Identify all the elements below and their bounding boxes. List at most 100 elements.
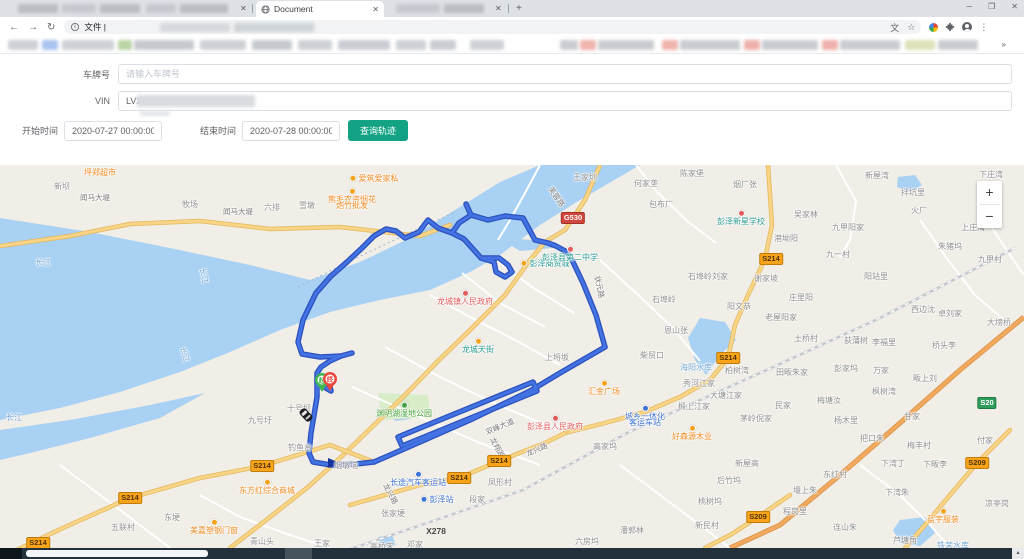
page-info-icon[interactable]: i xyxy=(71,23,79,31)
end-time-input[interactable] xyxy=(242,121,340,141)
map-label: 龙城镇人民政府 xyxy=(437,290,493,306)
scrollbar-thumb[interactable] xyxy=(26,550,208,557)
poi-icon xyxy=(475,338,482,345)
map-label: 六排 xyxy=(264,204,280,212)
poi-icon xyxy=(567,246,574,253)
map-label: 彭泽新星学校 xyxy=(717,210,765,226)
map-label: 堰上朱 xyxy=(793,487,817,495)
map-label: 闻马大堤 xyxy=(80,194,110,202)
end-time-label: 结束时间 xyxy=(184,124,242,137)
map-label: 卓刘家 xyxy=(938,310,962,318)
map-label: 新坝 xyxy=(54,183,70,191)
map-label: 石埠岭 xyxy=(652,296,676,304)
map-label: 彭泽县人民政府 xyxy=(527,415,583,431)
map-label: 民家 xyxy=(775,402,791,410)
poi-icon xyxy=(521,260,528,267)
tab3-close-icon[interactable]: ✕ xyxy=(495,4,502,13)
tab-document[interactable]: Document ✕ xyxy=(256,1,384,17)
map-label: 长江 xyxy=(178,346,190,364)
map-label: 凤形村 xyxy=(488,479,512,487)
new-tab-button[interactable]: + xyxy=(516,3,522,14)
back-icon[interactable]: ← xyxy=(9,22,19,33)
map-label: 梅塘汝 xyxy=(817,397,841,405)
extensions-puzzle-icon[interactable] xyxy=(945,22,955,32)
map-label: 新屋高 xyxy=(735,460,759,468)
map-label: 吴家林 xyxy=(794,211,818,219)
map-label: 潘郭林 xyxy=(620,527,644,535)
map-label: 烟墩垴 xyxy=(334,462,358,470)
road-badge-S214: S214 xyxy=(487,455,511,467)
track-query-form: 车牌号 VIN 开始时间 结束时间 查询轨迹 xyxy=(0,54,1024,165)
plate-input[interactable] xyxy=(118,64,1012,84)
map-label: 美嘉塑钢门窗 xyxy=(190,519,238,535)
map-label: 爱筑爱家私 xyxy=(350,175,399,183)
map-label: 王家圳 xyxy=(573,174,597,182)
poi-icon xyxy=(738,210,745,217)
track-map[interactable]: 起终 坪郑超市爱筑爱家私熊毛农资烟花炮竹批发彭泽商贸城龙城天街渊明湖湿地公园汇金… xyxy=(0,165,1024,548)
query-track-button[interactable]: 查询轨迹 xyxy=(348,120,408,141)
map-label: 港坳阳 xyxy=(774,235,798,243)
map-label: 蓝宇服装 xyxy=(927,508,959,524)
map-label: 付家 xyxy=(977,437,993,445)
bookmarks-overflow-icon[interactable]: » xyxy=(1002,40,1006,49)
map-label: 客运车站 xyxy=(629,419,661,427)
tab1-close-icon[interactable]: ✕ xyxy=(240,4,247,13)
map-label: 柴贸口 xyxy=(640,352,664,360)
tab-close-icon[interactable]: ✕ xyxy=(372,5,379,14)
map-label: 大塝桥 xyxy=(987,319,1011,327)
map-label: 炮竹批发 xyxy=(336,202,368,210)
forward-icon[interactable]: → xyxy=(28,22,38,33)
zoom-out-button[interactable]: − xyxy=(977,205,1002,228)
vin-label: VIN xyxy=(0,96,118,106)
scrollbar-left-block xyxy=(0,548,22,559)
poi-icon xyxy=(350,175,357,182)
start-time-input[interactable] xyxy=(64,121,162,141)
map-label: 下湾朱 xyxy=(885,489,909,497)
road-badge-X278: X278 xyxy=(424,526,448,536)
bookmark-star-icon[interactable]: ☆ xyxy=(907,22,915,33)
map-label: 茅岭倪家 xyxy=(740,415,772,423)
map-label: 邓家 xyxy=(407,541,423,548)
map-label: 汇金广场 xyxy=(588,380,620,396)
bookmarks-bar: » xyxy=(0,37,1024,54)
map-label: 下湾丁 xyxy=(881,460,905,468)
map-label: 长江 xyxy=(35,259,51,267)
map-label: 高家坞 xyxy=(593,443,617,451)
map-label: 老屋阳家 xyxy=(765,314,797,322)
browser-toolbar: ← → ↻ i 文件 | 文 ☆ ⋮ xyxy=(0,17,1024,37)
road-badge-G530: G530 xyxy=(561,212,585,224)
profile-avatar[interactable] xyxy=(962,22,972,32)
extension-pinwheel-icon[interactable] xyxy=(929,23,938,32)
poi-icon xyxy=(421,496,428,503)
road-badge-S214: S214 xyxy=(716,352,740,364)
map-label: 火厂 xyxy=(911,207,927,215)
map-label: 阳站里 xyxy=(864,273,888,281)
plate-label: 车牌号 xyxy=(0,68,118,81)
zoom-in-button[interactable]: + xyxy=(977,181,1002,204)
menu-icon[interactable]: ⋮ xyxy=(979,22,988,33)
browser-tab-strip: ✕ Document ✕ ✕ + ─ ❐ ✕ xyxy=(0,0,1024,17)
map-label: 状元路 xyxy=(593,275,605,299)
map-label: 连山朱 xyxy=(833,524,857,532)
map-label: 王家 xyxy=(314,540,330,548)
horizontal-scrollbar[interactable]: ▴ xyxy=(0,548,1024,559)
map-label: 烟厂张 xyxy=(733,181,757,189)
window-maximize-button[interactable]: ❐ xyxy=(988,2,995,11)
map-label: 阳文恭 xyxy=(727,303,751,311)
translate-icon[interactable]: 文 xyxy=(890,21,899,34)
poi-icon xyxy=(642,405,649,412)
address-bar[interactable]: i 文件 | 文 ☆ xyxy=(64,20,921,34)
map-label: 钓鱼台 xyxy=(288,444,312,452)
map-label: 彭家坞 xyxy=(834,365,858,373)
poi-icon xyxy=(552,415,559,422)
map-label: 李福里 xyxy=(872,339,896,347)
window-close-button[interactable]: ✕ xyxy=(1011,2,1018,11)
poi-icon xyxy=(211,519,218,526)
road-badge-S214: S214 xyxy=(26,537,50,548)
reload-icon[interactable]: ↻ xyxy=(47,22,55,33)
map-label: 下庄湾 xyxy=(979,171,1003,179)
map-label: 朱猪坞 xyxy=(938,243,962,251)
window-minimize-button[interactable]: ─ xyxy=(966,2,972,11)
poi-icon xyxy=(349,188,356,195)
map-label: 大塘江家 xyxy=(710,392,742,400)
